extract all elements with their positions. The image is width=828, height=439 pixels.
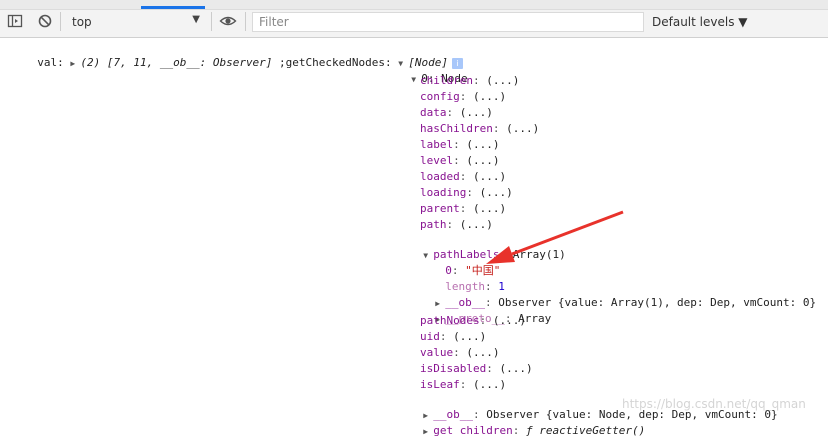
- chevron-down-icon: ▼: [192, 14, 200, 25]
- prop-row-config[interactable]: config: (...): [420, 90, 506, 104]
- prop-row-uid[interactable]: uid: (...): [420, 330, 486, 344]
- log-prefix: val:: [37, 56, 71, 69]
- prop-key: isDisabled: [420, 362, 487, 375]
- prop-value: Array(1): [512, 248, 566, 261]
- toolbar-divider: [245, 12, 246, 31]
- prop-row-hasChildren[interactable]: hasChildren: (...): [420, 122, 539, 136]
- prop-value[interactable]: (...): [466, 138, 499, 151]
- prop-row-isDisabled[interactable]: isDisabled: (...): [420, 362, 533, 376]
- sidebar-toggle-icon[interactable]: [6, 12, 24, 30]
- context-value: top: [72, 15, 92, 29]
- prop-value[interactable]: (...): [493, 314, 526, 327]
- prop-row-level[interactable]: level: (...): [420, 154, 500, 168]
- prop-key: value: [420, 346, 454, 359]
- prop-value[interactable]: (...): [499, 362, 532, 375]
- prop-value[interactable]: (...): [460, 106, 493, 119]
- prop-value[interactable]: (...): [473, 378, 506, 391]
- prop-value[interactable]: (...): [466, 154, 499, 167]
- toolbar-divider: [60, 12, 61, 31]
- prop-key: path: [420, 218, 447, 231]
- prop-row-loading[interactable]: loading: (...): [420, 186, 513, 200]
- prop-value[interactable]: (...): [506, 122, 539, 135]
- prop-key: data: [420, 106, 447, 119]
- prop-value[interactable]: (...): [466, 346, 499, 359]
- prop-row-path[interactable]: path: (...): [420, 218, 493, 232]
- eye-icon[interactable]: [219, 12, 237, 30]
- prop-row-isLeaf[interactable]: isLeaf: (...): [420, 378, 506, 392]
- prop-row-label[interactable]: label: (...): [420, 138, 500, 152]
- prop-value[interactable]: (...): [486, 74, 519, 87]
- val-preview[interactable]: (2) [7, 11, __ob__: Observer]: [80, 56, 272, 69]
- tab-strip: [0, 0, 828, 10]
- context-selector[interactable]: top ▼: [66, 12, 206, 32]
- log-levels-dropdown[interactable]: Default levels ▼: [652, 15, 748, 29]
- prop-value[interactable]: (...): [480, 186, 513, 199]
- prop-row-parent[interactable]: parent: (...): [420, 202, 506, 216]
- prop-key: level: [420, 154, 454, 167]
- clear-console-icon[interactable]: [36, 12, 54, 30]
- prop-value[interactable]: (...): [453, 330, 486, 343]
- prop-value[interactable]: (...): [473, 90, 506, 103]
- prop-key: get children: [433, 424, 513, 437]
- prop-key: pathNodes: [420, 314, 480, 327]
- prop-row-pathNodes[interactable]: pathNodes: (...): [420, 314, 526, 328]
- prop-key: parent: [420, 202, 460, 215]
- expand-triangle-icon[interactable]: ▶: [70, 57, 80, 71]
- prop-row-data[interactable]: data: (...): [420, 106, 493, 120]
- active-tab-indicator: [141, 6, 205, 9]
- filter-input[interactable]: [253, 13, 643, 31]
- prop-key: uid: [420, 330, 440, 343]
- prop-key: isLeaf: [420, 378, 460, 391]
- prop-value[interactable]: (...): [473, 170, 506, 183]
- expand-triangle-icon[interactable]: ▶: [423, 425, 433, 439]
- watermark: https://blog.csdn.net/qq_qman: [622, 397, 806, 411]
- prop-value[interactable]: (...): [473, 202, 506, 215]
- getter-row[interactable]: ▶ get children: ƒ reactiveGetter(): [410, 410, 645, 439]
- prop-key: hasChildren: [420, 122, 493, 135]
- prop-key: config: [420, 90, 460, 103]
- prop-row-value[interactable]: value: (...): [420, 346, 500, 360]
- filter-input-box[interactable]: [252, 12, 644, 32]
- prop-row-children[interactable]: children: (...): [420, 74, 519, 88]
- prop-key: children: [420, 74, 473, 87]
- prop-key: loading: [420, 186, 467, 199]
- prop-row-loaded[interactable]: loaded: (...): [420, 170, 506, 184]
- prop-key: loaded: [420, 170, 460, 183]
- log-middle-text: ;getCheckedNodes:: [272, 56, 399, 69]
- prop-value: ƒ reactiveGetter(): [525, 424, 646, 437]
- console-toolbar: top ▼ Default levels ▼: [0, 0, 828, 38]
- prop-key: label: [420, 138, 454, 151]
- prop-value[interactable]: (...): [460, 218, 493, 231]
- toolbar-divider: [211, 12, 212, 31]
